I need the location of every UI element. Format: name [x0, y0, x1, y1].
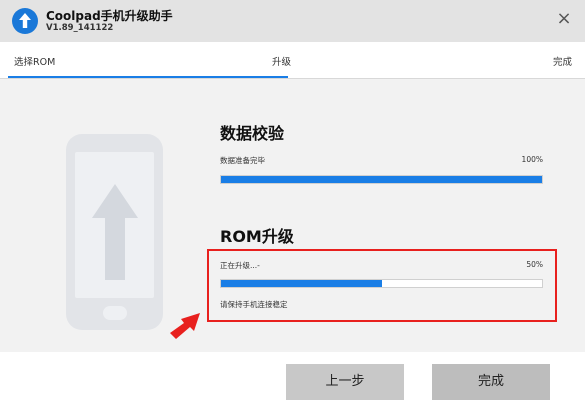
- verify-progress-fill: [221, 176, 542, 183]
- verify-status: 数据准备完毕: [220, 156, 265, 165]
- previous-step-button[interactable]: 上一步: [286, 364, 404, 400]
- close-icon[interactable]: ×: [553, 7, 575, 31]
- highlight-box: [207, 249, 557, 322]
- finish-button[interactable]: 完成: [432, 364, 550, 400]
- app-version: V1.89_141122: [46, 23, 114, 33]
- phone-illustration: [66, 134, 163, 330]
- title-bar: Coolpad手机升级助手 V1.89_141122 ×: [0, 0, 585, 42]
- step-select-rom: 选择ROM: [14, 57, 56, 68]
- phone-home-button: [103, 306, 127, 320]
- footer: 上一步 完成: [0, 352, 585, 400]
- upgrade-arrow-icon: [92, 184, 138, 280]
- rom-upgrade-title: ROM升级: [220, 227, 294, 246]
- app-logo-icon: [12, 8, 38, 34]
- callout-arrow-icon: [170, 313, 200, 339]
- step-progress-underline: [8, 76, 288, 78]
- main-content: 数据校验 数据准备完毕 100% ROM升级 正在升级...- 50% 请保持手…: [0, 79, 585, 352]
- phone-screen: [75, 152, 154, 298]
- step-upgrade: 升级: [272, 57, 292, 68]
- verify-title: 数据校验: [220, 124, 285, 143]
- verify-percent: 100%: [521, 155, 543, 164]
- step-complete: 完成: [552, 57, 572, 68]
- verify-progress-bar: [220, 175, 543, 184]
- app-title: Coolpad手机升级助手: [46, 9, 173, 23]
- step-indicator: 选择ROM 升级 完成: [0, 42, 585, 79]
